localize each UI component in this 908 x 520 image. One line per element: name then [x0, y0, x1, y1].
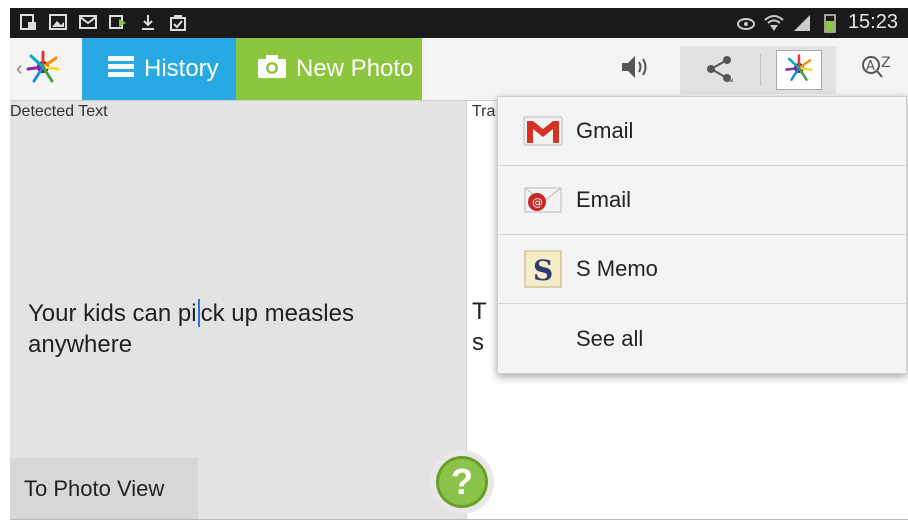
image-icon	[48, 12, 68, 32]
notification-icons	[18, 12, 188, 32]
clipboard-icon	[18, 12, 38, 32]
action-bar: ‹ History New Photo A Z	[10, 38, 908, 101]
translated-text-header: Tra	[472, 103, 496, 120]
wifi-icon	[764, 13, 784, 33]
svg-text:Z: Z	[881, 55, 891, 71]
forward-icon	[108, 12, 128, 32]
detected-text-body[interactable]: Your kids can pi ck up measles anywhere	[28, 298, 448, 360]
tab-history[interactable]: History	[82, 38, 236, 100]
help-button[interactable]: ?	[430, 450, 494, 514]
app-logo-icon	[25, 49, 61, 90]
share-icon	[705, 54, 735, 89]
translate-button[interactable]: AZ	[856, 48, 900, 90]
share-menu-label-s-memo: S Memo	[576, 256, 658, 281]
s-memo-icon: S	[520, 246, 566, 292]
share-menu-item-email[interactable]: @ Email	[498, 166, 906, 235]
text-cursor	[197, 299, 200, 327]
share-menu-label-see-all: See all	[576, 325, 644, 351]
tab-history-label: History	[144, 55, 219, 82]
speaker-icon	[620, 53, 652, 86]
share-menu-item-s-memo[interactable]: S S Memo	[498, 235, 906, 304]
share-divider	[760, 54, 761, 86]
bag-check-icon	[168, 12, 188, 32]
gmail-icon	[520, 108, 566, 154]
translated-line-1: T	[472, 298, 487, 325]
app-screen: 15:23 ‹ History New Photo A Z Detected T…	[10, 8, 908, 520]
tab-new-photo[interactable]: New Photo	[236, 38, 422, 100]
signal-icon	[792, 13, 812, 33]
share-menu-item-gmail[interactable]: Gmail	[498, 97, 906, 166]
back-caret-icon: ‹	[16, 57, 23, 80]
detected-text-panel: Detected Text Your kids can pi ck up meas…	[10, 101, 467, 520]
share-menu-label-gmail: Gmail	[576, 118, 634, 143]
share-button[interactable]	[698, 50, 742, 92]
share-menu-label-email: Email	[576, 187, 632, 212]
translate-az-icon: AZ	[861, 53, 895, 86]
eye-icon	[736, 13, 756, 33]
detected-text-header: Detected Text	[10, 103, 108, 120]
system-icons: 15:23	[736, 11, 898, 34]
list-icon	[108, 54, 134, 85]
share-group	[680, 46, 836, 94]
camera-icon	[258, 54, 286, 85]
tab-new-photo-label: New Photo	[296, 55, 414, 82]
help-icon: ?	[436, 456, 488, 508]
email-icon: @	[520, 177, 566, 223]
translated-line-2: s	[472, 329, 484, 356]
mail-icon	[78, 12, 98, 32]
share-menu-item-see-all[interactable]: See all	[498, 304, 906, 373]
svg-text:A: A	[866, 59, 875, 74]
battery-icon	[820, 13, 840, 33]
app-logo-small-icon	[784, 53, 814, 88]
to-photo-view-button[interactable]: To Photo View	[10, 458, 198, 520]
clock: 15:23	[847, 11, 898, 33]
status-bar: 15:23	[10, 8, 908, 38]
download-icon	[138, 12, 158, 32]
recent-share-app-button[interactable]	[776, 50, 822, 90]
svg-text:S: S	[533, 254, 553, 287]
detected-text-before-cursor: Your kids can pi	[28, 300, 197, 327]
share-menu: Gmail @ Email S S Memo See all	[497, 96, 907, 374]
svg-text:@: @	[532, 196, 543, 209]
app-home-button[interactable]: ‹	[16, 46, 78, 92]
speaker-button[interactable]	[614, 48, 658, 90]
